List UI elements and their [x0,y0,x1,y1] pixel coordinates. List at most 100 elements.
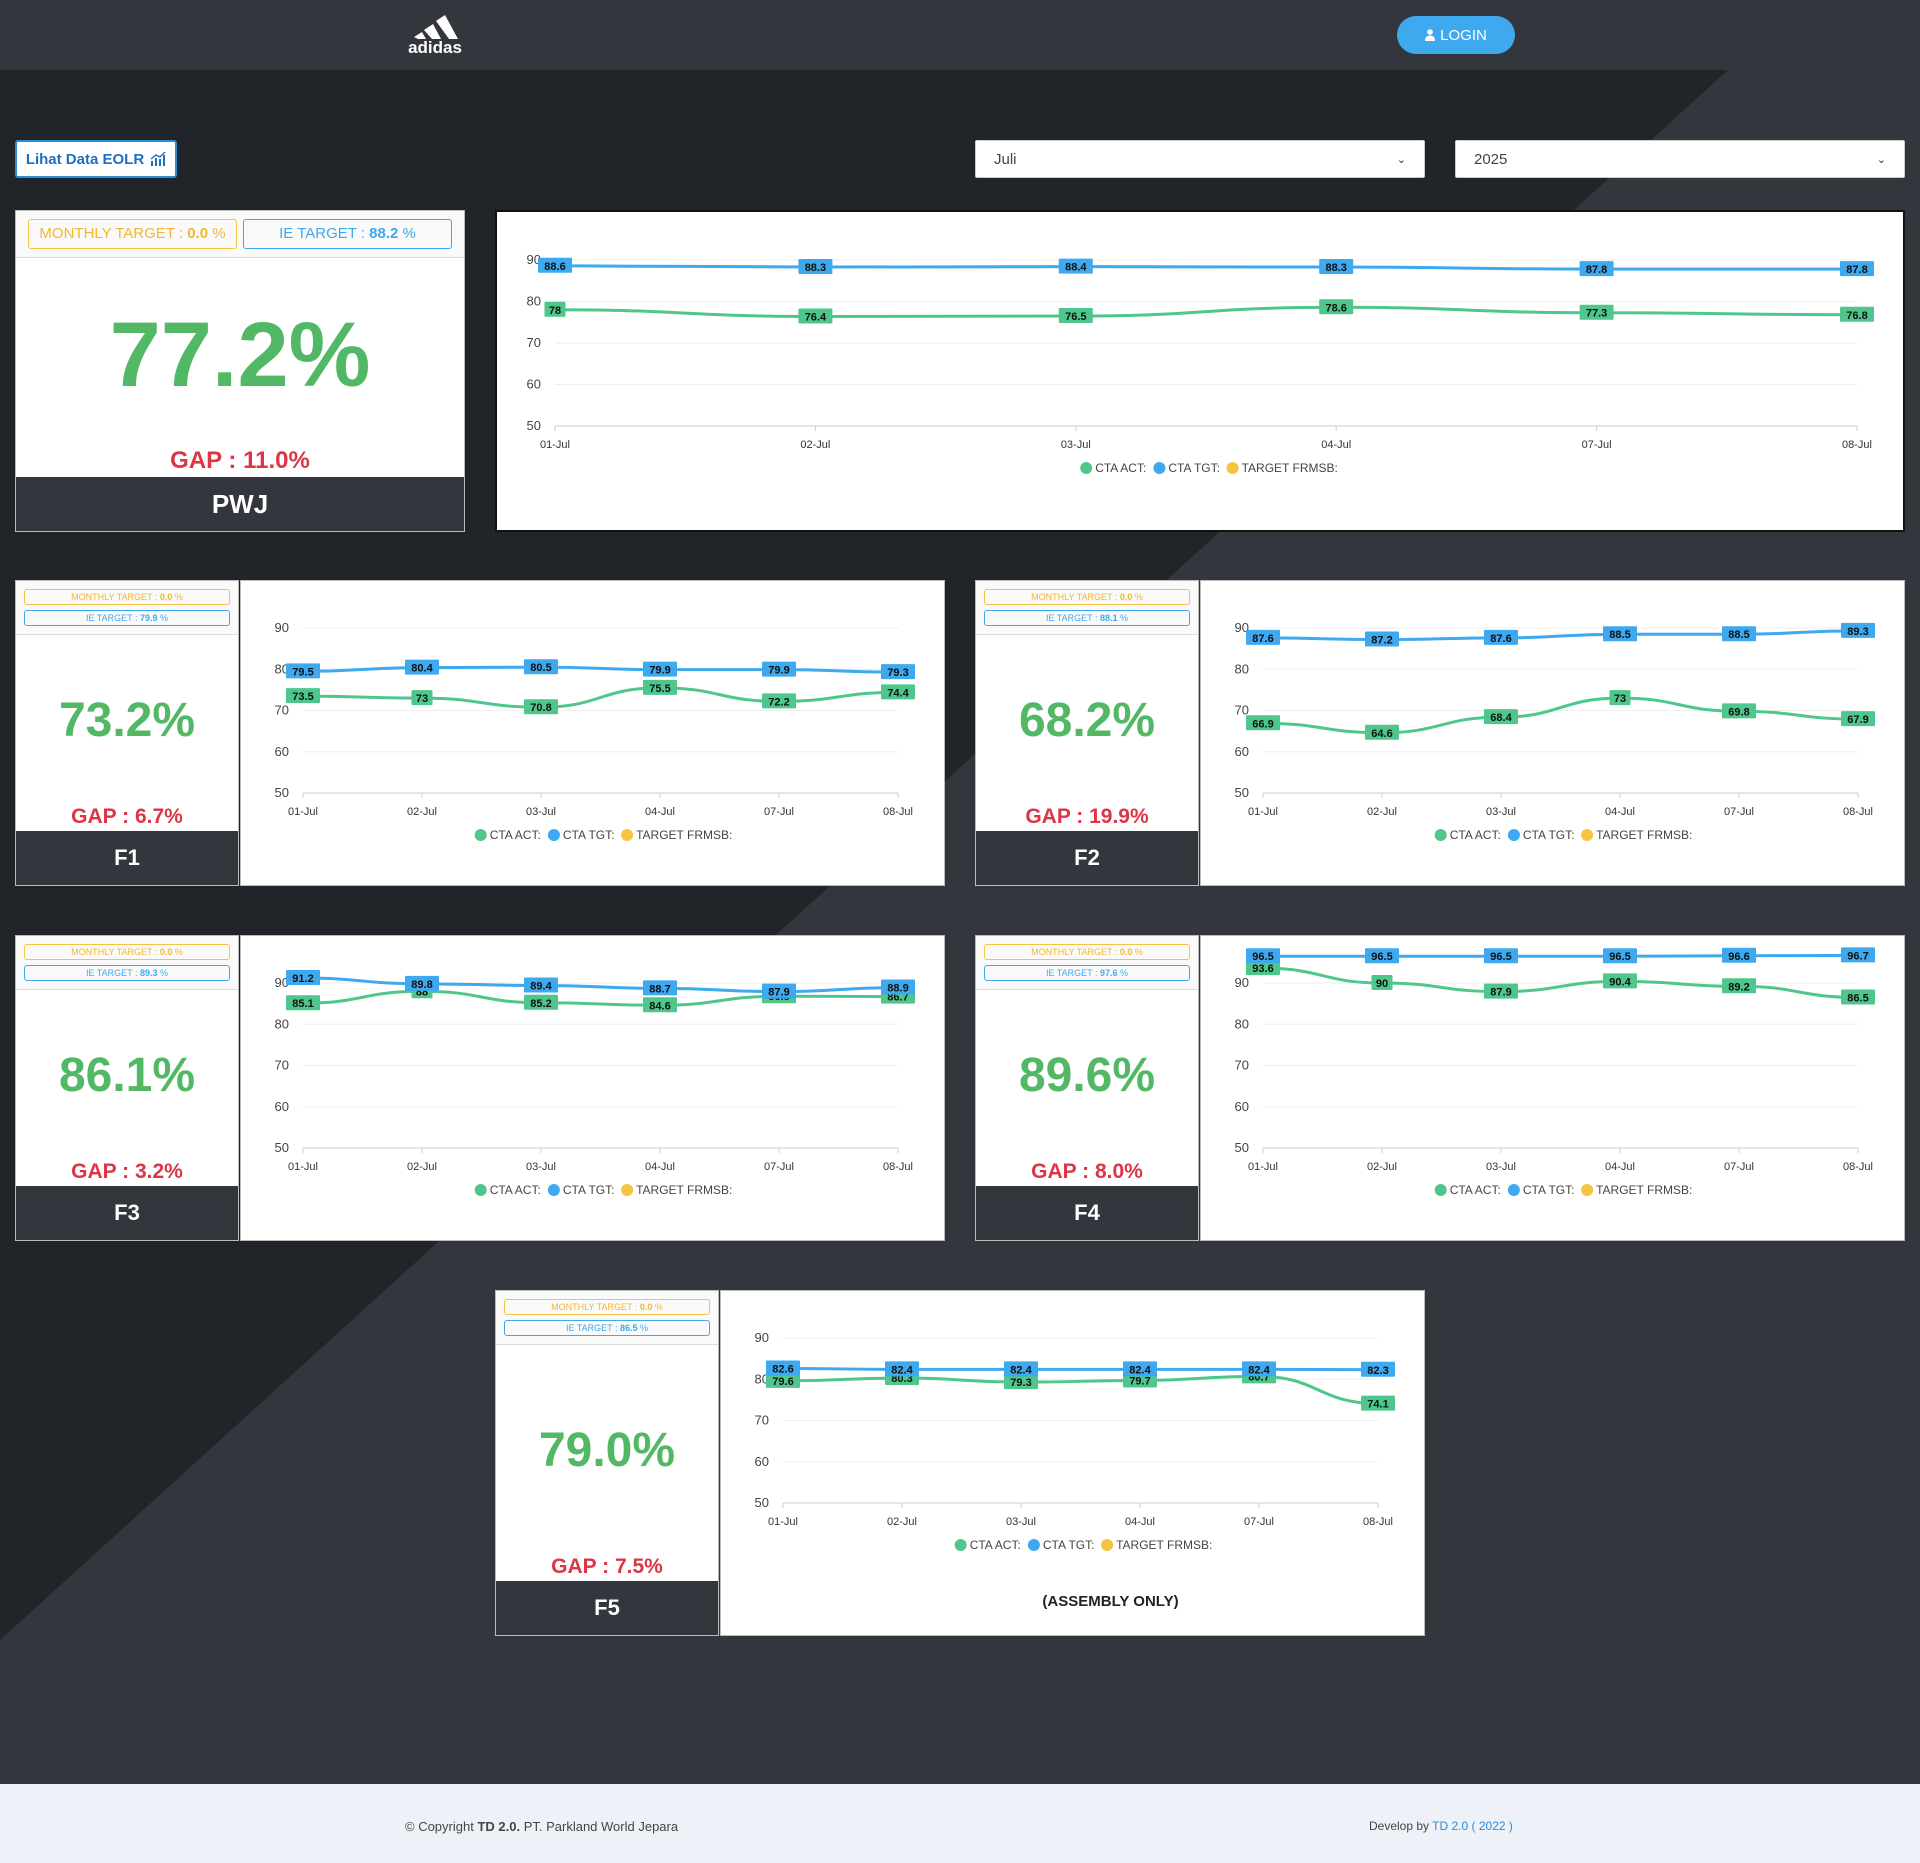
monthly-target-pill: MONTHLY TARGET : 0.0 % [984,944,1190,960]
svg-text:76.8: 76.8 [1846,310,1867,322]
legend-item[interactable]: CTA TGT: [547,828,615,842]
svg-text:85.1: 85.1 [292,998,313,1010]
svg-text:80.4: 80.4 [411,663,433,675]
legend-item[interactable]: CTA TGT: [1507,828,1575,842]
cta-act-data-label: 77.3 [1579,304,1614,320]
ie-target-pill-label: IE TARGET : [85,968,138,978]
y-tick-label: 70 [527,335,541,350]
svg-text:90: 90 [1376,978,1388,990]
cta-act-data-label: 86.5 [1841,989,1875,1005]
ie-target-pill-label: IE TARGET : [565,1323,618,1333]
monthly-target-pill-unit: % [174,592,183,602]
legend-item[interactable]: CTA ACT: [1434,1183,1501,1197]
cta-tgt-data-label: 82.4 [1123,1361,1157,1377]
copyright-text: © Copyright TD 2.0. PT. Parkland World J… [405,1819,678,1834]
cta-tgt-data-label: 80.4 [405,659,439,675]
monthly-target-pill-value: 0.0 [187,225,209,242]
legend-item[interactable]: CTA ACT: [954,1538,1021,1552]
monthly-target-pill-label: MONTHLY TARGET : [71,947,158,957]
x-tick-label: 08-Jul [1363,1516,1393,1528]
legend-dot [1434,829,1447,841]
ie-target-pill-value: 79.9 [139,613,158,623]
kpi-line-name: F5 [496,1581,718,1635]
legend-item[interactable]: CTA ACT: [1434,828,1501,842]
cta-act-line [1262,696,1859,735]
svg-text:73.5: 73.5 [292,691,313,703]
ie-target-pill-unit: % [1120,968,1129,978]
year-select[interactable]: 2025 ⌄ [1455,140,1905,178]
y-tick-label: 80 [1235,1016,1249,1031]
legend-item[interactable]: CTA TGT: [547,1183,615,1197]
cta-tgt-data-label: 79.5 [286,663,320,679]
legend-item[interactable]: CTA ACT: [474,828,541,842]
legend-item[interactable]: TARGET FRMSB: [621,1183,732,1197]
logo-wordmark: adidas [408,38,462,56]
legend-item[interactable]: TARGET FRMSB: [621,828,732,842]
ie-target-pill-value: 89.3 [139,968,158,978]
monthly-target-pill-unit: % [1134,592,1143,602]
legend-item[interactable]: CTA ACT: [474,1183,541,1197]
cta-tgt-data-label: 96.7 [1841,947,1875,963]
svg-text:88.3: 88.3 [805,262,826,274]
lihat-data-eolr-button[interactable]: Lihat Data EOLR [15,140,177,178]
line-chart: 506070809001-Jul 02-Jul 03-Jul 04-Jul 07-Jul… [527,252,1874,475]
cta-tgt-data-label: 87.6 [1246,629,1280,645]
x-tick-label: 04-Jul [645,1161,675,1173]
x-tick-label: 01-Jul [768,1516,798,1528]
monthly-target-pill-value: 0.0 [1119,947,1133,957]
legend-item[interactable]: TARGET FRMSB: [1581,1183,1692,1197]
develop-link[interactable]: TD 2.0 ( 2022 ) [1432,1819,1513,1833]
svg-text:79.3: 79.3 [887,667,908,679]
y-tick-label: 50 [1235,785,1249,800]
target-pills: MONTHLY TARGET : 0.0 % IE TARGET : 88.2 % [16,211,464,257]
footer: © Copyright TD 2.0. PT. Parkland World J… [0,1784,1920,1863]
svg-text:88.3: 88.3 [1325,262,1346,274]
cta-act-data-label: 85.2 [524,994,558,1010]
legend-dot [1226,462,1239,474]
svg-text:82.4: 82.4 [1129,1364,1151,1376]
legend-item[interactable]: TARGET FRMSB: [1226,461,1338,475]
cta-tgt-data-label: 96.5 [1365,948,1399,964]
svg-text:78.6: 78.6 [1325,302,1346,314]
user-icon [1425,29,1436,41]
cta-act-data-label: 89.2 [1722,978,1756,994]
x-tick-label: 08-Jul [1843,1161,1873,1173]
kpi-targets: MONTHLY TARGET : 0.0 % IE TARGET : 88.2 % [16,211,464,258]
cta-act-data-label: 76.4 [798,308,833,324]
legend-item[interactable]: TARGET FRMSB: [1581,828,1692,842]
y-tick-label: 60 [1235,744,1249,759]
svg-text:74.4: 74.4 [887,687,909,699]
cta-act-data-label: 78.6 [1319,299,1354,315]
monthly-target-pill-value: 0.0 [639,1302,653,1312]
kpi-card-f5: MONTHLY TARGET : 0.0 % IE TARGET : 86.5 %… [495,1290,719,1636]
legend-item[interactable]: CTA TGT: [1027,1538,1095,1552]
x-tick-label: 08-Jul [1843,806,1873,818]
legend-item[interactable]: TARGET FRMSB: [1101,1538,1212,1552]
cta-tgt-data-label: 96.5 [1246,948,1280,964]
x-tick-label: 07-Jul [1582,439,1612,451]
cta-act-line [302,686,899,709]
kpi-targets: MONTHLY TARGET : 0.0 % IE TARGET : 79.9 % [16,581,238,635]
login-button[interactable]: LOGIN [1397,16,1515,54]
x-tick-label: 01-Jul [288,806,318,818]
target-pills: MONTHLY TARGET : 0.0 % IE TARGET : 97.6 % [976,936,1198,989]
kpi-gap: GAP : 3.2% [71,1160,183,1183]
cta-tgt-data-label: 79.3 [881,664,915,680]
svg-text:88.4: 88.4 [1065,262,1087,274]
legend-item[interactable]: CTA TGT: [1153,461,1220,475]
legend-label: TARGET FRMSB: [1596,828,1692,842]
cta-tgt-line [1262,629,1859,642]
ie-target-pill-label: IE TARGET : [1045,613,1098,623]
x-tick-label: 01-Jul [1248,806,1278,818]
kpi-gap: GAP : 19.9% [1025,805,1149,828]
chart-card-f1: 50 60 70 80 90 01-Jul 02-Jul 03-Jul 04-Jul 07-Jul… [240,580,945,886]
y-tick-label: 60 [275,744,289,759]
legend-label: CTA ACT: [1450,828,1501,842]
svg-text:64.6: 64.6 [1371,728,1392,740]
legend-item[interactable]: CTA TGT: [1507,1183,1575,1197]
legend-item[interactable]: CTA ACT: [1080,461,1146,475]
svg-text:69.8: 69.8 [1728,706,1749,718]
month-select[interactable]: Juli ⌄ [975,140,1425,178]
legend-label: CTA ACT: [970,1538,1021,1552]
y-tick-label: 70 [1235,1058,1249,1073]
